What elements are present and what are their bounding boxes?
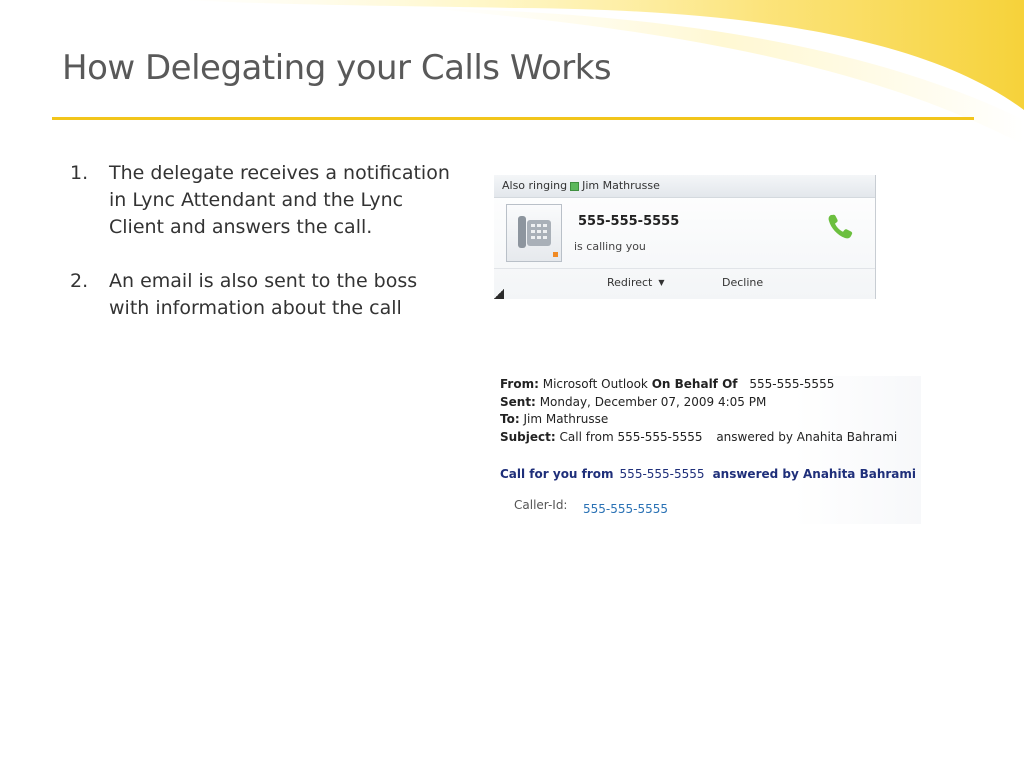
body-number: 555-555-5555	[619, 467, 705, 481]
bullet-text: An email is also sent to the boss with i…	[109, 270, 418, 319]
bullet-text: The delegate receives a notification in …	[109, 162, 450, 238]
bullet-number: 2.	[70, 270, 89, 292]
lync-call-notification: Also ringing Jim Mathrusse 555-555-5555 …	[494, 175, 876, 299]
list-item: 2. An email is also sent to the boss wit…	[70, 268, 455, 322]
presence-status-icon	[570, 181, 580, 191]
title-underline	[52, 117, 974, 120]
subject-number: 555-555-5555	[617, 430, 703, 444]
email-subject-row: Subject: Call from 555-555-5555 answered…	[500, 430, 897, 444]
caller-number: 555-555-5555	[578, 214, 680, 229]
subject-suffix: answered by Anahita Bahrami	[716, 430, 898, 444]
also-ringing-label: Also ringing	[502, 179, 568, 192]
to-label: To:	[500, 412, 520, 426]
redirect-label: Redirect	[607, 276, 653, 289]
email-to-row: To: Jim Mathrusse	[500, 412, 608, 426]
redirect-button[interactable]: Redirect ▼	[607, 269, 665, 297]
bullet-list: 1. The delegate receives a notification …	[70, 160, 455, 349]
to-value: Jim Mathrusse	[523, 412, 609, 426]
notification-actions: Redirect ▼ Decline	[494, 269, 875, 297]
body-suffix: answered by Anahita Bahrami	[712, 467, 916, 481]
notification-header: Also ringing Jim Mathrusse	[494, 175, 875, 198]
subject-prefix: Call from	[559, 430, 614, 444]
email-from-row: From: Microsoft Outlook On Behalf Of 555…	[500, 377, 834, 391]
caller-id-link[interactable]: 555-555-5555	[583, 502, 668, 516]
email-body-headline: Call for you from 555-555-5555 answered by…	[500, 467, 916, 481]
sent-value: Monday, December 07, 2009 4:05 PM	[539, 395, 767, 409]
slide-title: How Delegating your Calls Works	[62, 48, 612, 88]
on-behalf-value: 555-555-5555	[749, 377, 835, 391]
notification-body[interactable]: 555-555-5555 is calling you	[494, 198, 875, 269]
email-sent-row: Sent: Monday, December 07, 2009 4:05 PM	[500, 395, 766, 409]
decline-button[interactable]: Decline	[722, 269, 763, 297]
chevron-down-icon: ▼	[658, 278, 665, 287]
bullet-number: 1.	[70, 162, 89, 184]
subject-label: Subject:	[500, 430, 556, 444]
desk-phone-icon	[506, 204, 562, 262]
sent-label: Sent:	[500, 395, 536, 409]
email-notification: From: Microsoft Outlook On Behalf Of 555…	[497, 376, 921, 524]
body-prefix: Call for you from	[500, 467, 614, 481]
ringing-contact-name: Jim Mathrusse	[582, 179, 660, 192]
from-value: Microsoft Outlook	[542, 377, 648, 391]
caller-id-label: Caller-Id:	[514, 498, 568, 512]
from-label: From:	[500, 377, 539, 391]
list-item: 1. The delegate receives a notification …	[70, 160, 455, 241]
answer-call-icon[interactable]	[825, 212, 855, 242]
calling-status-text: is calling you	[574, 240, 646, 253]
on-behalf-label: On Behalf Of	[651, 377, 738, 391]
